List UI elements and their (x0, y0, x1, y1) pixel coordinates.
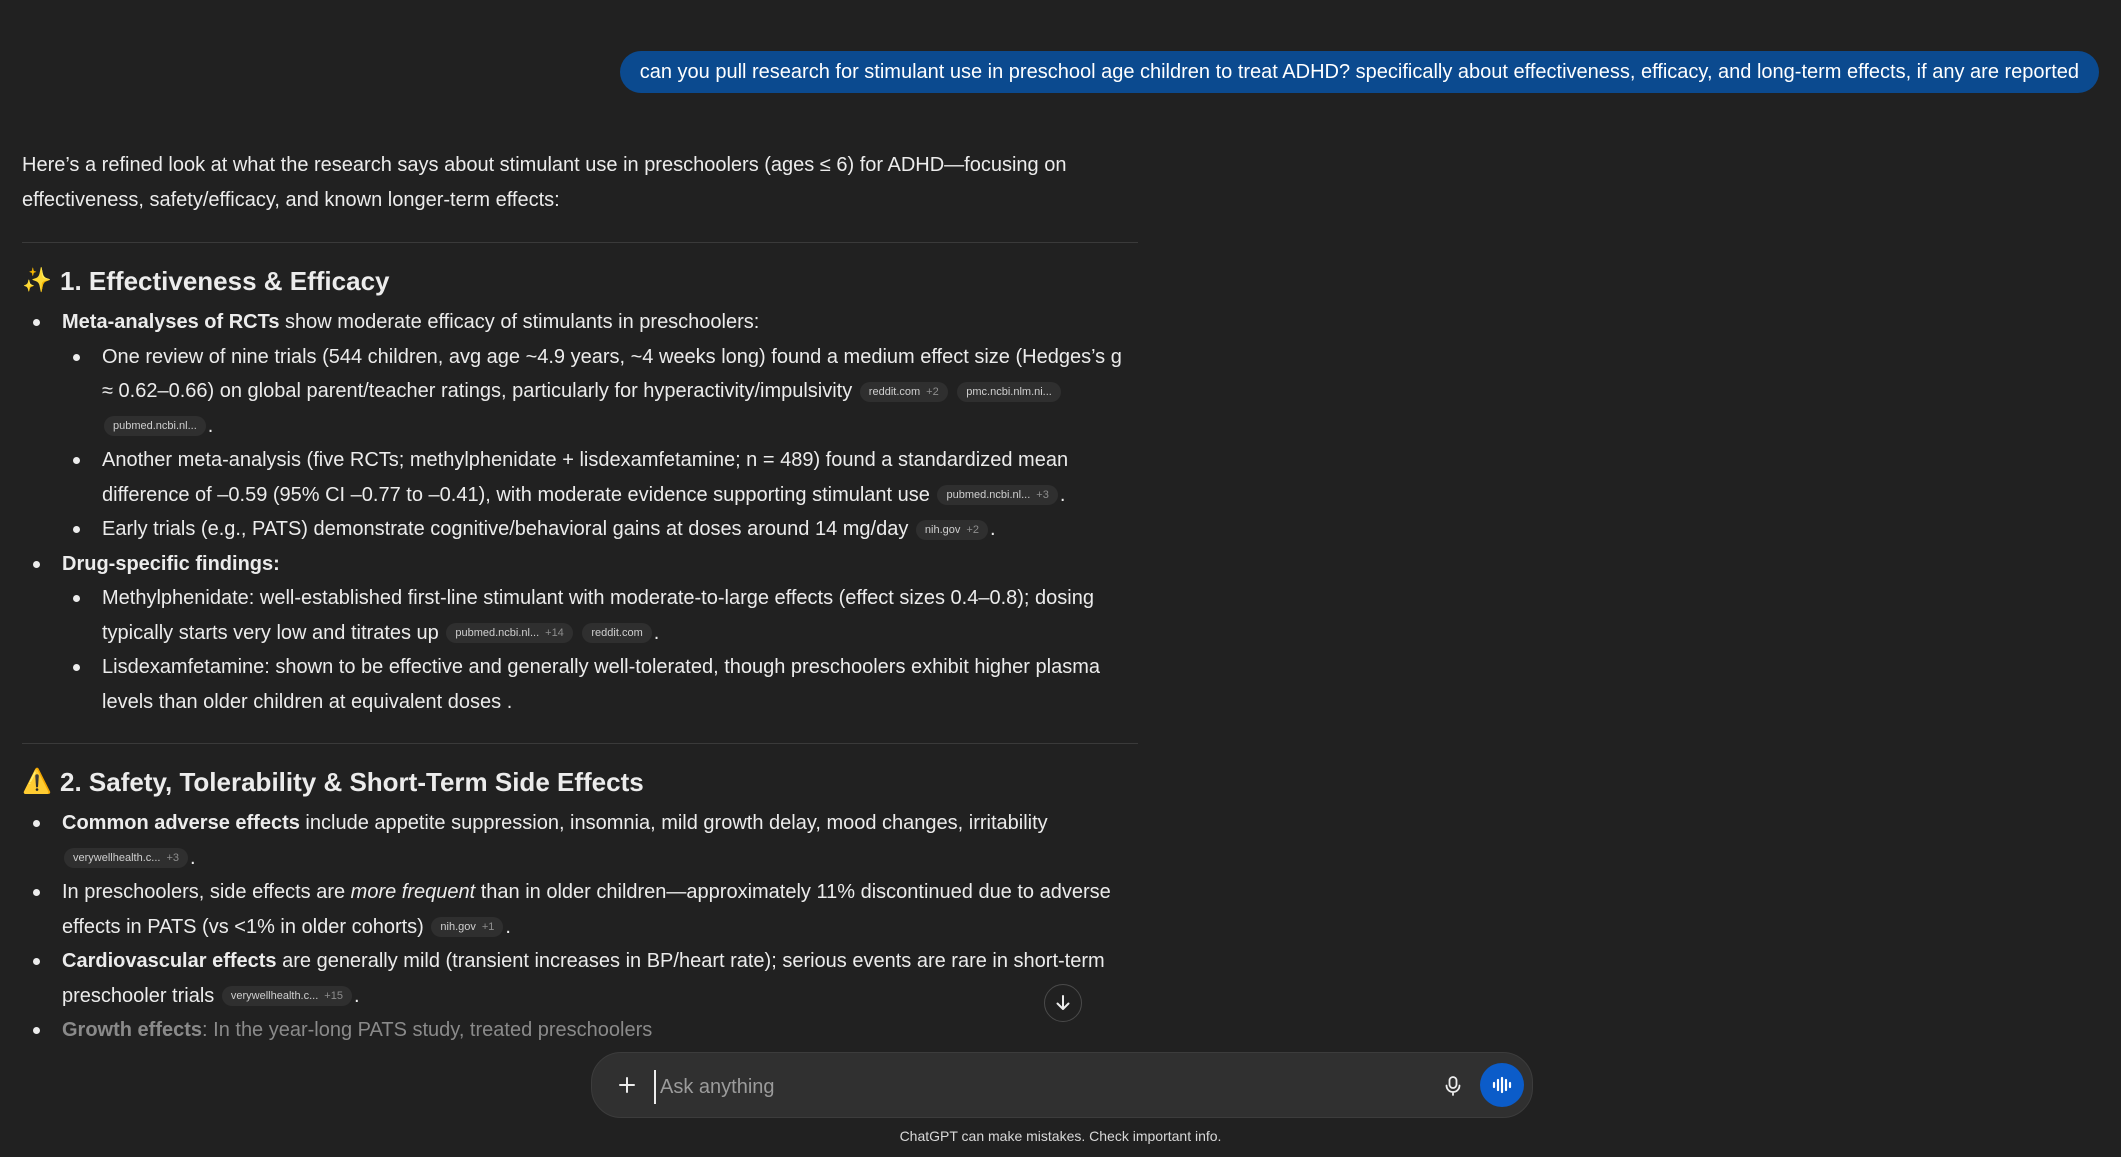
citation-chip[interactable]: pmc.ncbi.nlm.ni... (957, 381, 1061, 402)
emphasis-text: more frequent (350, 881, 476, 903)
prompt-input[interactable] (654, 1070, 1412, 1104)
citation-more-count: +3 (166, 852, 179, 865)
answer-intro: Here’s a refined look at what the resear… (22, 154, 1067, 211)
citation-more-count: +2 (966, 523, 979, 536)
citation-more-count: +3 (1036, 489, 1049, 502)
sub-bullet-list: Methylphenidate: well-established first-… (62, 581, 1138, 719)
list-item: Growth effects: In the year-long PATS st… (22, 1013, 1138, 1048)
citation-chip[interactable]: verywellhealth.c... +3 (64, 848, 188, 869)
citation-source: pubmed.ncbi.nl... (946, 489, 1031, 502)
citation-chip[interactable]: pubmed.ncbi.nl... +14 (446, 623, 573, 644)
list-item-text: Early trials (e.g., PATS) demonstrate co… (102, 518, 909, 540)
citation-chip[interactable]: reddit.com (582, 623, 652, 644)
citation-source: pmc.ncbi.nlm.ni... (966, 385, 1052, 398)
citation-source: reddit.com (591, 627, 643, 640)
citation-source: pubmed.ncbi.nl... (455, 627, 540, 640)
list-item-text: Lisdexamfetamine: shown to be effective … (102, 656, 1100, 713)
citation-more-count: +14 (545, 627, 564, 640)
list-item-text: In preschoolers, side effects are (62, 881, 351, 903)
citation-chip[interactable]: reddit.com +2 (859, 381, 948, 402)
plus-icon (619, 1077, 635, 1093)
assistant-answer: Here’s a refined look at what the resear… (22, 148, 1138, 1048)
list-item: Drug-specific findings: Methylphenidate:… (22, 547, 1138, 720)
citation-chip[interactable]: pubmed.ncbi.nl... +3 (937, 485, 1058, 506)
add-attachment-button[interactable] (612, 1070, 642, 1100)
list-item-text: include appetite suppression, insomnia, … (299, 812, 1048, 834)
citation-source: nih.gov (924, 523, 961, 536)
bold-term: Cardiovascular effects (62, 950, 277, 972)
citation-source: verywellhealth.c... (230, 990, 319, 1003)
list-item: In preschoolers, side effects are more f… (22, 875, 1138, 944)
citation-source: nih.gov (440, 921, 476, 934)
user-message-bubble: can you pull research for stimulant use … (619, 51, 2099, 93)
arrow-down-icon (1056, 995, 1070, 1010)
sparkles-icon: ✨ (22, 267, 52, 294)
list-item: Meta-analyses of RCTs show moderate effi… (22, 305, 1138, 547)
citation-more-count: +1 (481, 921, 495, 934)
citation-more-count: +15 (324, 990, 343, 1003)
bullet-list: Common adverse effects include appetite … (22, 806, 1138, 1048)
list-item: Early trials (e.g., PATS) demonstrate co… (62, 512, 1138, 547)
list-item: Another meta-analysis (five RCTs; methyl… (62, 443, 1138, 512)
warning-icon: ⚠️ (22, 768, 52, 795)
voice-mode-button[interactable] (1480, 1063, 1524, 1107)
user-message-text: can you pull research for stimulant use … (639, 61, 2079, 83)
disclaimer-text: ChatGPT can make mistakes. Check importa… (899, 1128, 1222, 1144)
citation-more-count: +2 (926, 385, 939, 398)
list-item-text: show moderate efficacy of stimulants in … (279, 311, 760, 333)
bold-term: Growth effects (62, 1019, 203, 1041)
list-item: Cardiovascular effects are generally mil… (22, 944, 1138, 1013)
section-divider (22, 743, 1138, 744)
section-heading: ⚠️ 2. Safety, Tolerability & Short-Term … (22, 764, 1138, 800)
bold-term: Meta-analyses of RCTs (62, 311, 280, 333)
citation-source: reddit.com (868, 385, 921, 398)
citation-chip[interactable]: nih.gov +2 (915, 519, 988, 540)
citation-chip[interactable]: nih.gov +1 (431, 917, 504, 938)
list-item: Methylphenidate: well-established first-… (62, 581, 1138, 650)
list-item: Lisdexamfetamine: shown to be effective … (62, 650, 1138, 719)
section-divider (22, 242, 1138, 243)
sub-bullet-list: One review of nine trials (544 children,… (62, 340, 1138, 547)
bullet-list: Meta-analyses of RCTs show moderate effi… (22, 305, 1138, 719)
citation-source: verywellhealth.c... (73, 852, 161, 865)
list-item: Common adverse effects include appetite … (22, 806, 1138, 875)
section-heading: ✨ 1. Effectiveness & Efficacy (22, 263, 1138, 299)
dictate-button[interactable] (1438, 1071, 1468, 1101)
bold-term: Drug-specific findings: (62, 552, 280, 575)
section-title: 2. Safety, Tolerability & Short-Term Sid… (60, 767, 644, 797)
section-title: 1. Effectiveness & Efficacy (60, 266, 390, 296)
list-item-text: : In the year-long PATS study, treated p… (202, 1019, 653, 1041)
list-item: One review of nine trials (544 children,… (62, 340, 1138, 444)
citation-chip[interactable]: verywellhealth.c... +15 (221, 986, 352, 1007)
citation-source: pubmed.ncbi.nl... (113, 420, 197, 433)
message-composer (591, 1052, 1533, 1118)
list-item-text: Another meta-analysis (five RCTs; methyl… (102, 449, 1069, 506)
citation-chip[interactable]: pubmed.ncbi.nl... (104, 416, 206, 437)
scroll-to-bottom-button[interactable] (1044, 984, 1082, 1022)
microphone-icon (1445, 1076, 1461, 1096)
bold-term: Common adverse effects (62, 812, 300, 834)
voice-waveform-icon (1492, 1076, 1512, 1094)
